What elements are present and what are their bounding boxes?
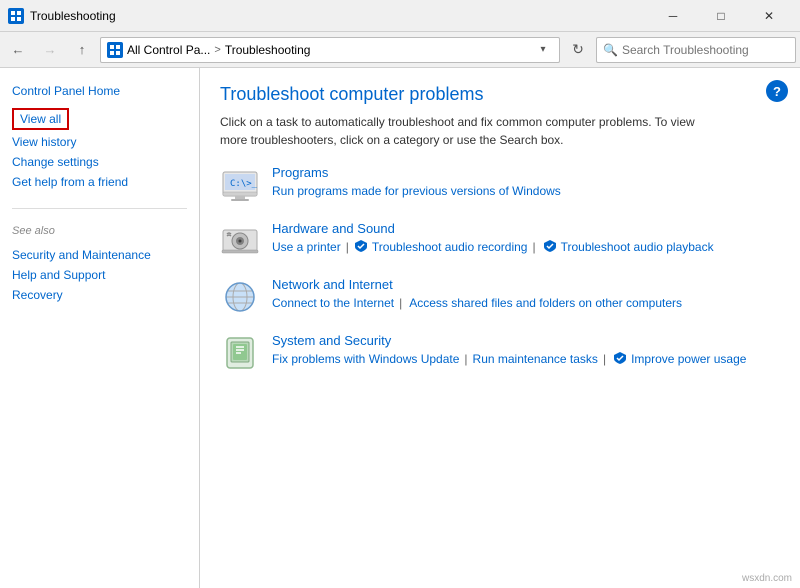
shield-icon-1: [354, 239, 368, 253]
close-button[interactable]: ✕: [746, 0, 792, 32]
search-box[interactable]: 🔍: [596, 37, 796, 63]
path-parent: All Control Pa...: [127, 43, 210, 57]
sidebar-link-change-settings[interactable]: Change settings: [12, 152, 187, 172]
category-system: System and Security Fix problems with Wi…: [220, 333, 780, 373]
hardware-content: Hardware and Sound Use a printer | Troub…: [272, 221, 780, 254]
sep2: |: [532, 240, 535, 254]
content-area: ? Troubleshoot computer problems Click o…: [200, 68, 800, 588]
system-links: Fix problems with Windows Update | Run m…: [272, 352, 780, 366]
address-path[interactable]: All Control Pa... > Troubleshooting ▾: [100, 37, 560, 63]
path-current: Troubleshooting: [225, 43, 311, 57]
hardware-link-2[interactable]: Troubleshoot audio recording: [372, 240, 528, 254]
sidebar-link-recovery[interactable]: Recovery: [12, 285, 187, 305]
sidebar-home-link[interactable]: Control Panel Home: [12, 84, 187, 98]
search-icon: 🔍: [603, 43, 618, 57]
shield-icon-3: [613, 351, 627, 365]
system-link-2[interactable]: Run maintenance tasks: [473, 352, 598, 366]
sep3: |: [399, 296, 402, 310]
sep4: |: [464, 352, 467, 366]
title-bar: Troubleshooting ─ □ ✕: [0, 0, 800, 32]
network-links: Connect to the Internet | Access shared …: [272, 296, 780, 310]
sidebar-link-help[interactable]: Help and Support: [12, 265, 187, 285]
sep1: |: [346, 240, 349, 254]
programs-content: Programs Run programs made for previous …: [272, 165, 780, 198]
sidebar-link-view-all[interactable]: View all: [12, 108, 69, 130]
path-icon: [107, 42, 123, 58]
sidebar-link-view-history[interactable]: View history: [12, 132, 187, 152]
network-title[interactable]: Network and Internet: [272, 277, 780, 292]
hardware-links: Use a printer | Troubleshoot audio recor…: [272, 240, 780, 254]
system-content: System and Security Fix problems with Wi…: [272, 333, 780, 366]
category-hardware: Hardware and Sound Use a printer | Troub…: [220, 221, 780, 261]
back-button[interactable]: ←: [4, 36, 32, 64]
network-content: Network and Internet Connect to the Inte…: [272, 277, 780, 310]
network-link-1[interactable]: Connect to the Internet: [272, 296, 394, 310]
forward-button[interactable]: →: [36, 36, 64, 64]
refresh-button[interactable]: ↻: [564, 36, 592, 64]
hardware-icon: [220, 221, 260, 261]
up-button[interactable]: ↑: [68, 36, 96, 64]
programs-link-1[interactable]: Run programs made for previous versions …: [272, 184, 561, 198]
system-title[interactable]: System and Security: [272, 333, 780, 348]
programs-icon: C:\>_: [220, 165, 260, 205]
shield-icon-2: [543, 239, 557, 253]
sidebar: Control Panel Home View all View history…: [0, 68, 200, 588]
hardware-link-1[interactable]: Use a printer: [272, 240, 341, 254]
network-icon: [220, 277, 260, 317]
main-container: Control Panel Home View all View history…: [0, 68, 800, 588]
watermark: wsxdn.com: [742, 573, 792, 584]
sidebar-divider: [12, 208, 187, 209]
sidebar-link-get-help[interactable]: Get help from a friend: [12, 172, 187, 192]
system-link-1[interactable]: Fix problems with Windows Update: [272, 352, 459, 366]
svg-text:C:\>_: C:\>_: [230, 179, 258, 189]
address-bar: ← → ↑ All Control Pa... > Troubleshootin…: [0, 32, 800, 68]
category-network: Network and Internet Connect to the Inte…: [220, 277, 780, 317]
category-programs: C:\>_ Programs Run programs made for pre…: [220, 165, 780, 205]
window-controls: ─ □ ✕: [650, 0, 792, 32]
programs-links: Run programs made for previous versions …: [272, 184, 780, 198]
see-also-label: See also: [12, 225, 187, 237]
window-title: Troubleshooting: [30, 9, 650, 23]
content-description: Click on a task to automatically trouble…: [220, 113, 700, 149]
app-icon: [8, 8, 24, 24]
hardware-link-3[interactable]: Troubleshoot audio playback: [561, 240, 714, 254]
help-button[interactable]: ?: [766, 80, 788, 102]
sidebar-link-security[interactable]: Security and Maintenance: [12, 245, 187, 265]
network-link-2[interactable]: Access shared files and folders on other…: [409, 296, 682, 310]
sidebar-links: View all View history Change settings Ge…: [12, 108, 187, 192]
sep5: |: [603, 352, 606, 366]
maximize-button[interactable]: □: [698, 0, 744, 32]
programs-title[interactable]: Programs: [272, 165, 780, 180]
content-title: Troubleshoot computer problems: [220, 84, 780, 105]
system-icon: [220, 333, 260, 373]
search-input[interactable]: [622, 43, 789, 57]
system-link-3[interactable]: Improve power usage: [631, 352, 746, 366]
minimize-button[interactable]: ─: [650, 0, 696, 32]
hardware-title[interactable]: Hardware and Sound: [272, 221, 780, 236]
path-separator: >: [214, 44, 220, 56]
path-dropdown-button[interactable]: ▾: [533, 37, 553, 63]
